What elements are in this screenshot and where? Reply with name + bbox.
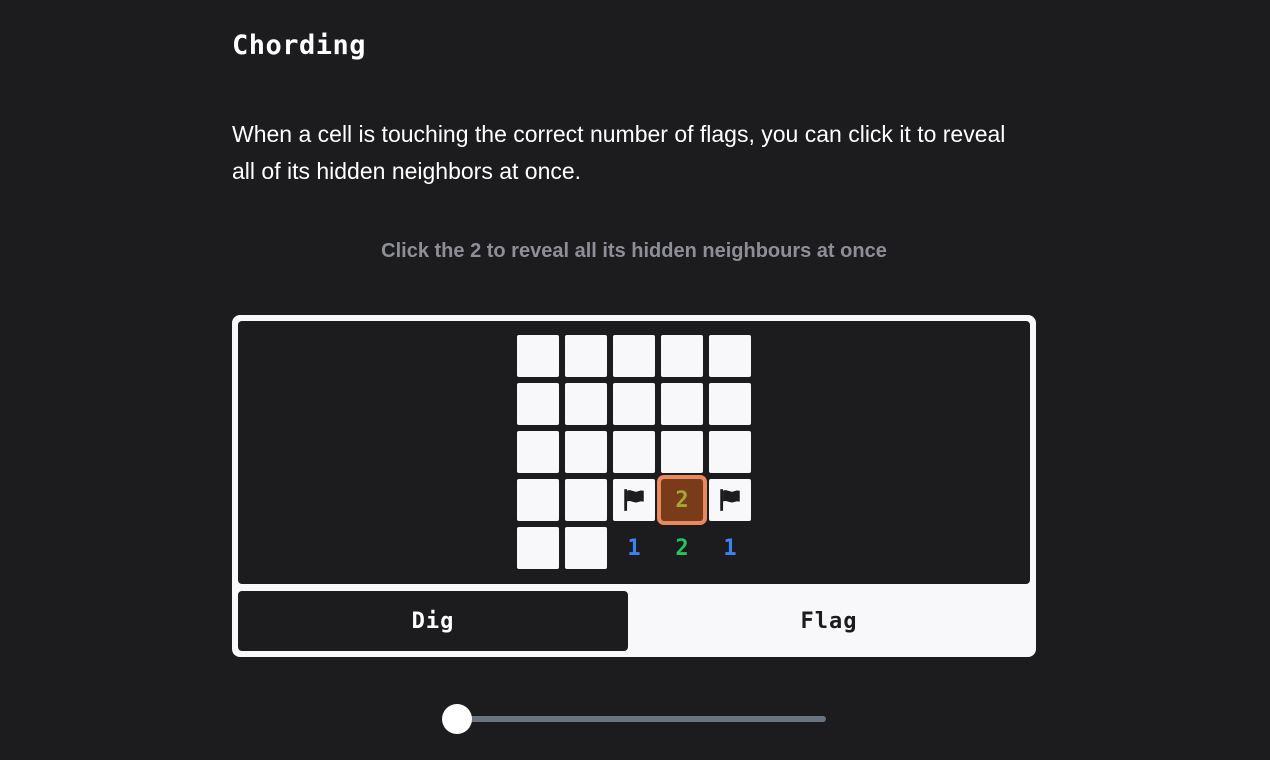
- hidden-cell[interactable]: [661, 431, 703, 473]
- hidden-cell[interactable]: [517, 431, 559, 473]
- dig-button[interactable]: Dig: [238, 591, 628, 651]
- hidden-cell[interactable]: [709, 335, 751, 377]
- hidden-cell[interactable]: [565, 431, 607, 473]
- hidden-cell[interactable]: [709, 431, 751, 473]
- hidden-cell[interactable]: [709, 383, 751, 425]
- cell-number: 2: [675, 535, 689, 561]
- flag-icon: [624, 489, 644, 511]
- flagged-cell[interactable]: [709, 479, 751, 521]
- hidden-cell[interactable]: [517, 527, 559, 569]
- number-cell[interactable]: 1: [709, 527, 751, 569]
- hidden-cell[interactable]: [661, 335, 703, 377]
- hidden-cell[interactable]: [565, 527, 607, 569]
- intro-text: When a cell is touching the correct numb…: [232, 121, 1006, 184]
- instruction-text: Click the 2 to reveal all its hidden nei…: [381, 240, 887, 262]
- flag-button[interactable]: Flag: [628, 591, 1030, 651]
- hidden-cell[interactable]: [613, 383, 655, 425]
- hidden-cell[interactable]: [517, 383, 559, 425]
- hidden-cell[interactable]: [565, 479, 607, 521]
- hidden-cell[interactable]: [517, 479, 559, 521]
- cell-number: 1: [723, 535, 737, 561]
- hidden-cell[interactable]: [661, 383, 703, 425]
- step-slider-thumb[interactable]: [442, 704, 472, 734]
- hidden-cell[interactable]: [565, 335, 607, 377]
- hidden-cell[interactable]: [613, 335, 655, 377]
- hidden-cell[interactable]: [613, 431, 655, 473]
- board-area: 2 1 2 1: [238, 321, 1030, 584]
- step-slider-track[interactable]: [456, 716, 826, 722]
- number-cell[interactable]: 2: [661, 527, 703, 569]
- game-frame: 2 1 2 1 Dig Flag: [232, 315, 1036, 657]
- page-title: Chording: [232, 30, 367, 61]
- chord-target-cell[interactable]: 2: [661, 479, 703, 521]
- flagged-cell[interactable]: [613, 479, 655, 521]
- cell-number: 1: [627, 535, 641, 561]
- flag-icon: [720, 489, 740, 511]
- cell-number: 2: [675, 487, 689, 513]
- hidden-cell[interactable]: [517, 335, 559, 377]
- number-cell[interactable]: 1: [613, 527, 655, 569]
- hidden-cell[interactable]: [565, 383, 607, 425]
